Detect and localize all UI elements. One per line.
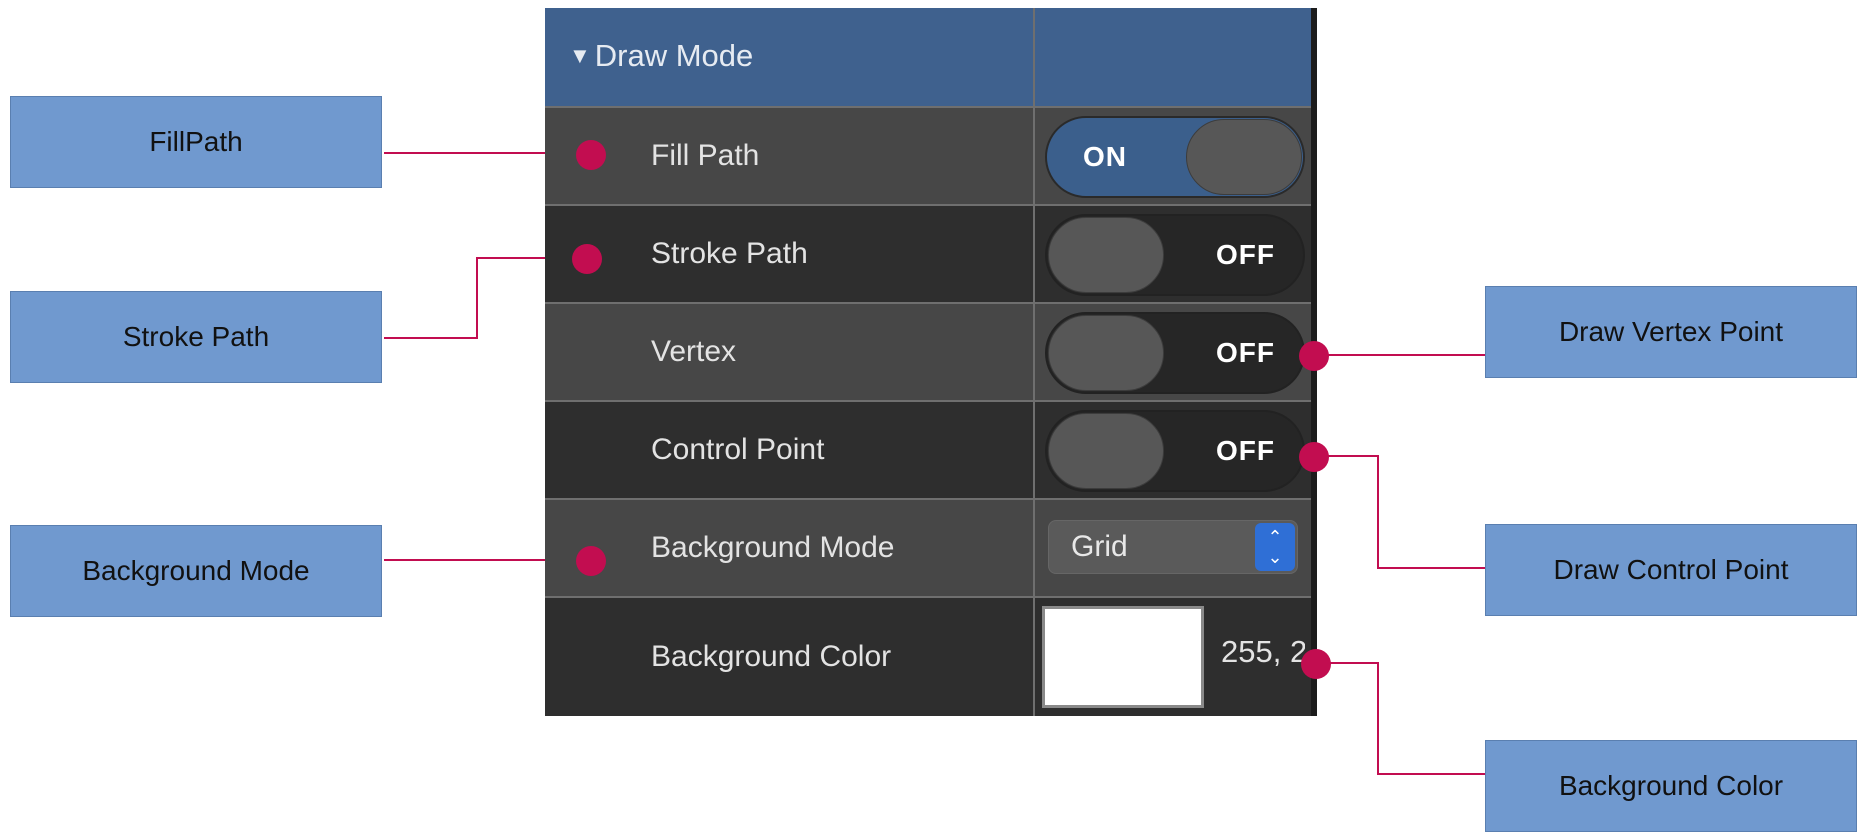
background-mode-select[interactable]: Grid ⌃ ⌄ [1048,520,1298,574]
toggle-state-text: OFF [1216,435,1275,466]
select-value: Grid [1071,530,1128,563]
marker-stroke-path [572,244,602,274]
marker-draw-control-point [1299,442,1329,472]
fill-path-toggle[interactable]: ON [1045,116,1305,198]
toggle-knob [1048,315,1164,391]
row-background-color: Background Color 255, 2 [545,596,1311,716]
callout-stroke-path: Stroke Path [10,291,382,383]
row-label-stroke-path: Stroke Path [651,237,808,270]
background-color-well[interactable] [1042,606,1204,708]
callout-fillpath-label: FillPath [149,126,243,157]
callout-draw-control-point-label: Draw Control Point [1553,554,1789,585]
callout-background-mode: Background Mode [10,525,382,617]
callout-draw-vertex-point: Draw Vertex Point [1485,286,1857,378]
row-fill-path: Fill Path ON [545,106,1311,204]
row-label-background-color: Background Color [651,640,892,673]
background-color-value[interactable]: 255, 2 [1221,598,1305,706]
stroke-path-toggle[interactable]: OFF [1045,214,1305,296]
callout-stroke-path-label: Stroke Path [122,321,270,352]
control-point-toggle[interactable]: OFF [1045,410,1305,492]
row-background-mode: Background Mode Grid ⌃ ⌄ [545,498,1311,596]
connector-draw-control-point [1314,455,1485,569]
toggle-state-text: OFF [1216,337,1275,368]
marker-fill-path [576,140,606,170]
row-vertex: Vertex OFF [545,302,1311,400]
section-title[interactable]: ▼ Draw Mode [569,38,753,74]
toggle-knob [1048,217,1164,293]
callout-draw-vertex-point-label: Draw Vertex Point [1558,316,1784,347]
marker-draw-vertex-point [1299,341,1329,371]
row-label-background-mode: Background Mode [651,531,895,564]
marker-background-color [1301,649,1331,679]
section-title-text: Draw Mode [594,38,754,73]
callout-draw-control-point: Draw Control Point [1485,524,1857,616]
callout-background-color-label: Background Color [1558,770,1784,801]
chevron-down-icon: ⌄ [1267,547,1283,567]
row-label-control-point: Control Point [651,433,825,466]
column-divider [1033,8,1035,716]
connector-background-color [1316,662,1485,775]
toggle-knob [1048,413,1164,489]
callout-background-mode-label: Background Mode [82,555,310,586]
toggle-state-text: OFF [1216,239,1275,270]
row-control-point: Control Point OFF [545,400,1311,498]
section-header-draw-mode[interactable]: ▼ Draw Mode [545,8,1311,106]
callout-background-color: Background Color [1485,740,1857,832]
toggle-state-text: ON [1083,141,1127,172]
toggle-knob [1186,119,1302,195]
disclosure-triangle-icon[interactable]: ▼ [569,43,591,68]
vertex-toggle[interactable]: OFF [1045,312,1305,394]
select-stepper-icon[interactable]: ⌃ ⌄ [1255,523,1295,571]
row-label-vertex: Vertex [651,335,737,368]
inspector-panel: ▼ Draw Mode Fill Path ON Stroke Path OFF … [545,8,1317,716]
row-label-fill-path: Fill Path [651,139,760,172]
marker-background-mode [576,546,606,576]
chevron-up-icon: ⌃ [1267,527,1283,547]
callout-fillpath: FillPath [10,96,382,188]
row-stroke-path: Stroke Path OFF [545,204,1311,302]
